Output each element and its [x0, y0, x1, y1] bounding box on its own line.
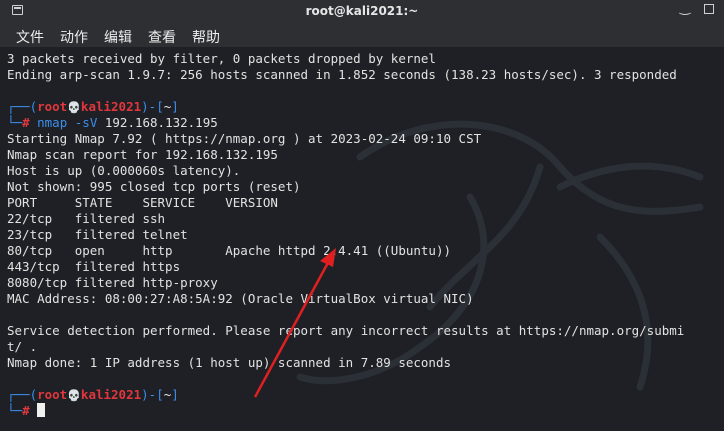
menu-item-edit[interactable]: 编辑: [104, 27, 132, 47]
window-title: root@kali2021:~: [305, 4, 419, 18]
window-titlebar: root@kali2021:~ ‿: [0, 0, 724, 23]
menu-item-view[interactable]: 查看: [148, 27, 176, 47]
menu-item-action[interactable]: 动作: [60, 27, 88, 47]
terminal-output[interactable]: 3 packets received by filter, 0 packets …: [0, 47, 724, 431]
red-annotation-arrow-icon: [253, 248, 336, 398]
menu-bar: 文件 动作 编辑 查看 帮助: [0, 23, 724, 47]
menu-item-file[interactable]: 文件: [16, 27, 44, 47]
maximize-icon[interactable]: [704, 4, 714, 14]
menu-item-help[interactable]: 帮助: [192, 27, 220, 47]
minimize-icon[interactable]: ‿: [678, 2, 692, 18]
